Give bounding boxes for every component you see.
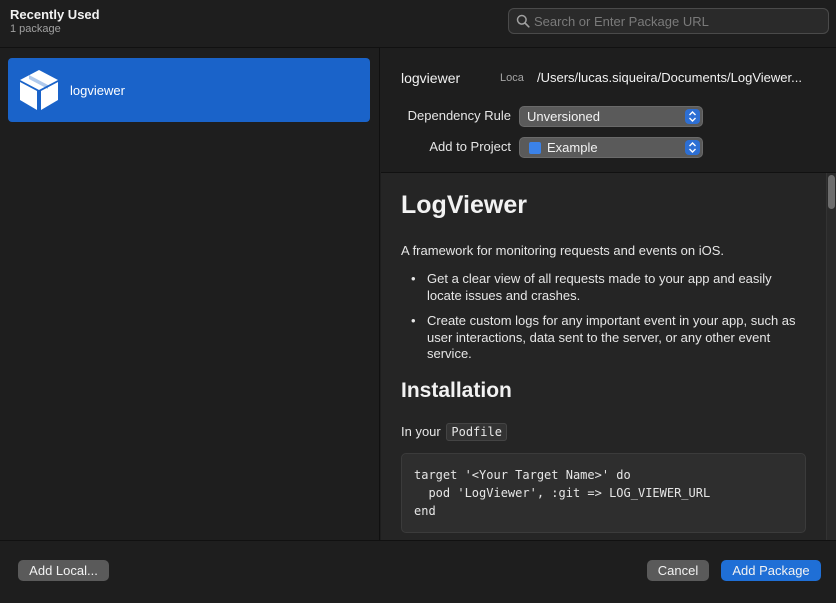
dependency-rule-label: Dependency Rule — [407, 108, 511, 123]
add-to-project-label: Add to Project — [429, 139, 511, 154]
search-input[interactable] — [534, 11, 824, 31]
location-label: Loca — [500, 72, 524, 84]
add-package-button[interactable]: Add Package — [721, 560, 821, 581]
header-subtitle: 1 package — [10, 23, 61, 35]
package-name: logviewer — [70, 83, 125, 98]
dependency-rule-popup[interactable]: Unversioned — [519, 106, 703, 127]
add-to-project-value: Example — [547, 140, 598, 155]
search-icon — [516, 14, 530, 28]
code-block: target '<Your Target Name>' do pod 'LogV… — [401, 453, 806, 533]
cancel-button[interactable]: Cancel — [647, 560, 709, 581]
project-icon — [529, 142, 541, 154]
package-list-item[interactable]: logviewer — [8, 58, 370, 122]
list-item: Create custom logs for any important eve… — [401, 313, 806, 363]
chevron-updown-icon — [685, 109, 700, 124]
list-item: Get a clear view of all requests made to… — [401, 271, 806, 304]
install-instruction-text: In your — [401, 424, 441, 439]
header: Recently Used 1 package — [0, 0, 836, 48]
readme-feature-list: Get a clear view of all requests made to… — [401, 271, 806, 372]
footer: Add Local... Cancel Add Package — [0, 540, 836, 603]
add-local-button[interactable]: Add Local... — [18, 560, 109, 581]
search-field[interactable] — [508, 8, 829, 34]
installation-heading: Installation — [401, 379, 512, 402]
package-list: logviewer — [0, 48, 380, 540]
chevron-updown-icon — [685, 140, 700, 155]
dependency-rule-value: Unversioned — [527, 109, 600, 124]
header-title: Recently Used — [10, 7, 100, 22]
add-to-project-popup[interactable]: Example — [519, 137, 703, 158]
readme-description: A framework for monitoring requests and … — [401, 243, 724, 258]
package-path: /Users/lucas.siqueira/Documents/LogViewe… — [537, 70, 802, 85]
package-title: logviewer — [401, 70, 461, 86]
scrollbar[interactable] — [826, 173, 836, 540]
readme-title: LogViewer — [401, 191, 527, 219]
scrollbar-thumb[interactable] — [828, 175, 835, 209]
package-detail: logviewer Loca /Users/lucas.siqueira/Doc… — [381, 48, 836, 540]
install-instruction: In your Podfile — [401, 423, 507, 441]
podfile-code: Podfile — [446, 423, 507, 441]
readme-view[interactable]: LogViewer A framework for monitoring req… — [381, 172, 836, 540]
package-box-icon — [20, 70, 58, 110]
